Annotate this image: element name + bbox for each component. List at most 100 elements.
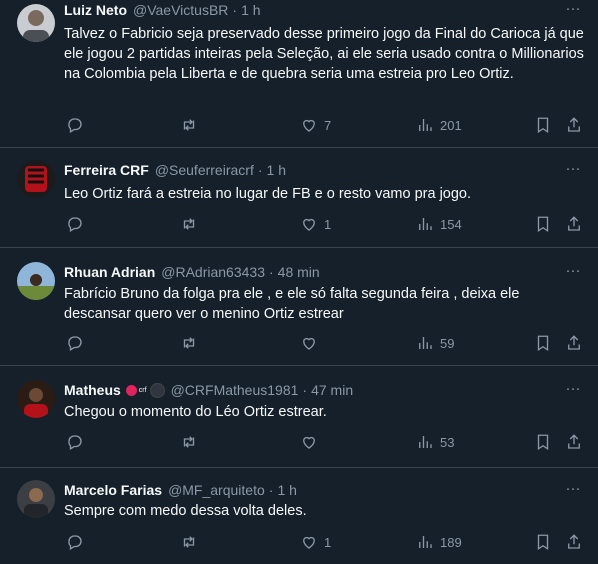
user-handle[interactable]: @RAdrian63433 bbox=[161, 264, 265, 280]
share-icon bbox=[568, 534, 580, 549]
tweet[interactable]: Marcelo Farias @MF_arquiteto · 1 h ··· S… bbox=[0, 468, 598, 564]
timestamp[interactable]: 47 min bbox=[311, 382, 353, 398]
like-button[interactable]: 1 bbox=[300, 533, 331, 551]
tweet-actions: 59 bbox=[0, 334, 598, 356]
views-icon bbox=[419, 436, 432, 448]
timestamp[interactable]: 1 h bbox=[277, 482, 296, 498]
reply-icon bbox=[68, 336, 82, 351]
display-name[interactable]: Rhuan Adrian bbox=[64, 264, 155, 280]
view-count: 59 bbox=[440, 335, 455, 351]
avatar[interactable] bbox=[17, 160, 55, 198]
tweet-header: Marcelo Farias @MF_arquiteto · 1 h bbox=[64, 482, 297, 498]
retweet-icon bbox=[183, 119, 195, 131]
share-button[interactable] bbox=[565, 215, 583, 233]
retweet-button[interactable] bbox=[180, 116, 198, 134]
badge-label: crf bbox=[138, 386, 147, 394]
share-button[interactable] bbox=[565, 433, 583, 451]
reply-icon bbox=[68, 217, 82, 232]
retweet-icon bbox=[183, 436, 195, 448]
bookmark-icon bbox=[537, 117, 549, 134]
retweet-icon bbox=[183, 536, 195, 548]
views-button[interactable]: 53 bbox=[416, 433, 454, 451]
timestamp[interactable]: 1 h bbox=[241, 2, 260, 18]
more-options-icon[interactable]: ··· bbox=[564, 481, 582, 500]
reply-button[interactable] bbox=[66, 433, 84, 451]
bookmark-button[interactable] bbox=[534, 433, 552, 451]
share-button[interactable] bbox=[565, 116, 583, 134]
user-handle[interactable]: @VaeVictusBR bbox=[133, 2, 228, 18]
tweet-actions: 7 201 bbox=[0, 116, 598, 138]
tweet[interactable]: Matheus crf @CRFMatheus1981 · 47 min ···… bbox=[0, 366, 598, 468]
like-button[interactable] bbox=[300, 433, 324, 451]
bookmark-button[interactable] bbox=[534, 215, 552, 233]
display-name[interactable]: Marcelo Farias bbox=[64, 482, 162, 498]
separator: · bbox=[257, 162, 263, 178]
heart-icon bbox=[303, 218, 315, 231]
reply-icon bbox=[68, 118, 82, 133]
views-button[interactable]: 154 bbox=[416, 215, 462, 233]
tweet-text: Sempre com medo dessa volta deles. bbox=[64, 503, 307, 519]
share-button[interactable] bbox=[565, 334, 583, 352]
retweet-button[interactable] bbox=[180, 334, 198, 352]
display-name[interactable]: Luiz Neto bbox=[64, 2, 127, 18]
views-icon bbox=[419, 119, 432, 131]
heart-icon bbox=[303, 536, 315, 549]
more-options-icon[interactable]: ··· bbox=[564, 381, 582, 400]
tweet-header: Rhuan Adrian @RAdrian63433 · 48 min bbox=[64, 264, 320, 280]
reply-button[interactable] bbox=[66, 533, 84, 551]
flamengo-badge-icon bbox=[125, 384, 137, 396]
retweet-button[interactable] bbox=[180, 533, 198, 551]
reply-button[interactable] bbox=[66, 334, 84, 352]
bookmark-button[interactable] bbox=[534, 334, 552, 352]
tweet[interactable]: Luiz Neto @VaeVictusBR · 1 h ··· Talvez … bbox=[0, 0, 598, 148]
timestamp[interactable]: 1 h bbox=[267, 162, 286, 178]
separator: · bbox=[269, 264, 274, 280]
bookmark-button[interactable] bbox=[534, 533, 552, 551]
bookmark-button[interactable] bbox=[534, 116, 552, 134]
reply-icon bbox=[68, 535, 82, 550]
heart-icon bbox=[303, 436, 315, 449]
tweet[interactable]: Rhuan Adrian @RAdrian63433 · 48 min ··· … bbox=[0, 248, 598, 366]
reply-icon bbox=[68, 435, 82, 450]
share-icon bbox=[568, 117, 580, 132]
like-button[interactable]: 7 bbox=[300, 116, 331, 134]
avatar[interactable] bbox=[17, 480, 55, 518]
avatar[interactable] bbox=[17, 4, 55, 42]
views-button[interactable]: 201 bbox=[416, 116, 462, 134]
views-button[interactable]: 189 bbox=[416, 533, 462, 551]
tweet-header: Ferreira CRF @Seuferreiracrf · 1 h bbox=[64, 162, 286, 178]
share-button[interactable] bbox=[565, 533, 583, 551]
retweet-button[interactable] bbox=[180, 433, 198, 451]
more-options-icon[interactable]: ··· bbox=[564, 263, 582, 282]
retweet-icon bbox=[183, 218, 195, 230]
display-name[interactable]: Ferreira CRF bbox=[64, 162, 149, 178]
bookmark-icon bbox=[537, 335, 549, 352]
separator: · bbox=[302, 382, 308, 398]
tweet[interactable]: Ferreira CRF @Seuferreiracrf · 1 h ··· L… bbox=[0, 148, 598, 248]
views-icon bbox=[419, 218, 432, 230]
tweet-actions: 1 154 bbox=[0, 215, 598, 237]
views-button[interactable]: 59 bbox=[416, 334, 454, 352]
tweet-text: Leo Ortiz fará a estreia no lugar de FB … bbox=[64, 186, 472, 202]
more-options-icon[interactable]: ··· bbox=[564, 1, 582, 20]
bookmark-icon bbox=[537, 534, 549, 551]
more-options-icon[interactable]: ··· bbox=[564, 161, 582, 180]
reply-button[interactable] bbox=[66, 215, 84, 233]
retweet-button[interactable] bbox=[180, 215, 198, 233]
share-icon bbox=[568, 335, 580, 350]
separator: · bbox=[268, 482, 274, 498]
share-icon bbox=[568, 216, 580, 231]
separator: · bbox=[232, 2, 238, 18]
tweet-header: Matheus crf @CRFMatheus1981 · 47 min bbox=[64, 382, 353, 398]
reply-button[interactable] bbox=[66, 116, 84, 134]
avatar[interactable] bbox=[17, 262, 55, 300]
like-button[interactable]: 1 bbox=[300, 215, 331, 233]
user-handle[interactable]: @MF_arquiteto bbox=[168, 482, 265, 498]
avatar[interactable] bbox=[17, 380, 55, 418]
like-button[interactable] bbox=[300, 334, 324, 352]
timestamp[interactable]: 48 min bbox=[278, 264, 320, 280]
user-handle[interactable]: @CRFMatheus1981 bbox=[171, 382, 299, 398]
display-name[interactable]: Matheus bbox=[64, 382, 121, 398]
heart-icon bbox=[303, 119, 315, 132]
user-handle[interactable]: @Seuferreiracrf bbox=[155, 162, 254, 178]
